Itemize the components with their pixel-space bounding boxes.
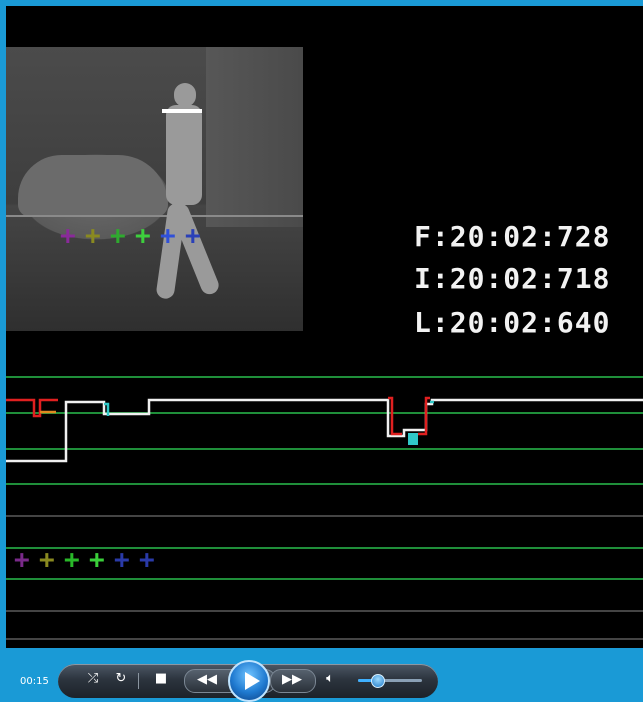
volume-knob[interactable] [371, 674, 386, 688]
stop-icon[interactable]: ■ [148, 668, 174, 690]
play-button[interactable] [228, 660, 270, 702]
plot-marker-cross: + [114, 545, 130, 575]
track-lines [6, 376, 643, 640]
elapsed-time: 00:15 [20, 676, 49, 687]
plot-marker-cross: + [14, 545, 30, 575]
speaker-icon[interactable]: 🔈︎ [320, 668, 340, 690]
shuffle-icon[interactable]: ⤮ [78, 668, 108, 690]
plot-marker-cross: + [64, 545, 80, 575]
rewind-icon[interactable]: ◀◀ [192, 669, 222, 691]
cyan-block [408, 433, 418, 445]
red-trace [388, 396, 402, 436]
plot-markers: + + + + + + [14, 545, 155, 575]
plot-marker-cross: + [39, 545, 55, 575]
video-frame: + + + + + + F:20:02:728 I:20:02:718 L:20:02:6… [6, 6, 643, 648]
signal-timeline: + + + + + + [6, 376, 643, 640]
plot-marker-cross: + [139, 545, 155, 575]
player-controls: 00:15 ⤮ ↻ ■ ◀◀ ▶▶ 🔈︎ [0, 648, 643, 702]
signal-traces [6, 396, 643, 463]
fast-forward-icon[interactable]: ▶▶ [276, 669, 308, 691]
white-trace [6, 398, 643, 463]
repeat-icon[interactable]: ↻ [108, 668, 134, 690]
plot-marker-cross: + [89, 545, 105, 575]
control-bar: ⤮ ↻ ■ ◀◀ ▶▶ 🔈︎ [58, 660, 438, 702]
